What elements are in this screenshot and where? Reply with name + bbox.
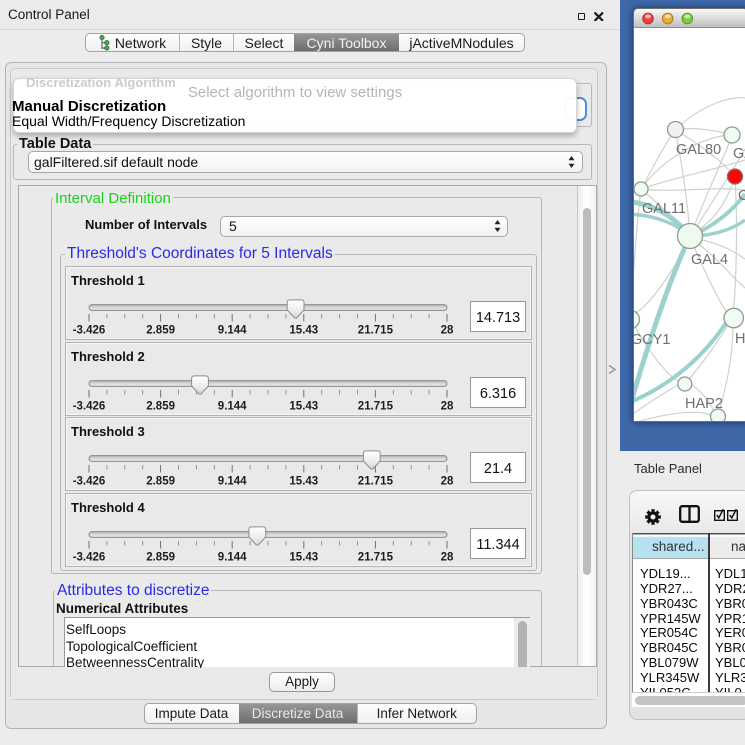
svg-text:15.43: 15.43 — [289, 476, 318, 488]
svg-text:-3.426: -3.426 — [73, 476, 106, 488]
svg-text:GA: GA — [733, 146, 745, 162]
svg-text:GAL80: GAL80 — [676, 142, 721, 158]
svg-text:15.43: 15.43 — [289, 325, 318, 337]
svg-text:Threshold 4: Threshold 4 — [71, 500, 145, 515]
svg-text:-3.426: -3.426 — [73, 400, 106, 412]
svg-text:9.144: 9.144 — [218, 476, 247, 488]
svg-text:Threshold 2: Threshold 2 — [71, 349, 145, 364]
svg-text:2.859: 2.859 — [146, 325, 175, 337]
svg-text:GCY1: GCY1 — [634, 332, 671, 348]
svg-text:9.144: 9.144 — [218, 400, 247, 412]
svg-text:21.715: 21.715 — [358, 551, 394, 563]
svg-text:21.715: 21.715 — [358, 400, 394, 412]
svg-text:6.316: 6.316 — [480, 386, 516, 402]
svg-text:Threshold 1: Threshold 1 — [71, 273, 145, 288]
svg-text:28: 28 — [441, 400, 454, 412]
svg-text:21.715: 21.715 — [358, 476, 394, 488]
svg-text:GAL11: GAL11 — [642, 201, 686, 217]
svg-text:28: 28 — [441, 476, 454, 488]
svg-text:-3.426: -3.426 — [73, 325, 106, 337]
svg-text:2.859: 2.859 — [146, 476, 175, 488]
svg-text:21.715: 21.715 — [358, 325, 394, 337]
svg-text:2.859: 2.859 — [146, 400, 175, 412]
svg-text:14.713: 14.713 — [476, 310, 520, 326]
svg-text:GAL4: GAL4 — [691, 252, 728, 268]
svg-text:C: C — [738, 188, 745, 204]
svg-text:2.859: 2.859 — [146, 551, 175, 563]
svg-text:9.144: 9.144 — [218, 551, 247, 563]
svg-text:HAP2: HAP2 — [685, 396, 723, 412]
svg-text:Threshold 3: Threshold 3 — [71, 424, 145, 439]
svg-text:H: H — [735, 331, 745, 347]
svg-text:15.43: 15.43 — [289, 551, 318, 563]
svg-text:15.43: 15.43 — [289, 400, 318, 412]
svg-text:9.144: 9.144 — [218, 325, 247, 337]
svg-text:28: 28 — [441, 325, 454, 337]
svg-text:28: 28 — [441, 551, 454, 563]
svg-text:-3.426: -3.426 — [73, 551, 106, 563]
svg-text:11.344: 11.344 — [476, 537, 519, 553]
svg-text:21.4: 21.4 — [484, 461, 512, 477]
